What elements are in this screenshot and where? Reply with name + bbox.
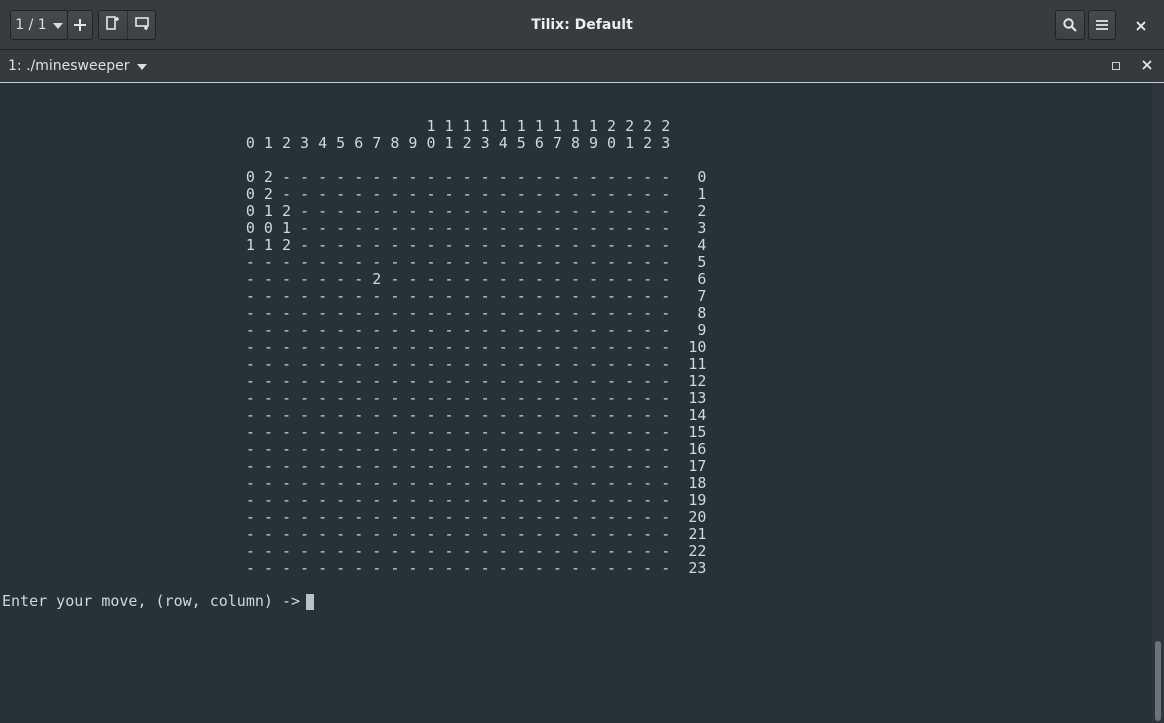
headerbar: 1 / 1 Tilix: Default (0, 0, 1164, 50)
board-line: 0 1 2 3 4 5 6 7 8 9 0 1 2 3 4 5 6 7 8 9 … (2, 134, 671, 152)
text-cursor (306, 593, 315, 610)
board-line: 1 1 2 - - - - - - - - - - - - - - - - - … (2, 236, 707, 254)
board-line: 0 2 - - - - - - - - - - - - - - - - - - … (2, 168, 707, 186)
split-right-icon (106, 16, 120, 34)
board-line: - - - - - - - - - - - - - - - - - - - - … (2, 559, 707, 577)
minesweeper-board: 1 1 1 1 1 1 1 1 1 1 2 2 2 2 0 1 2 3 4 5 … (2, 117, 707, 577)
plus-icon (68, 11, 92, 39)
board-line: - - - - - - - - - - - - - - - - - - - - … (2, 372, 707, 390)
board-line: - - - - - - - - - - - - - - - - - - - - … (2, 406, 707, 424)
board-line: - - - - - - - - - - - - - - - - - - - - … (2, 355, 707, 373)
terminal-scrollbar[interactable] (1152, 83, 1164, 723)
maximize-icon (1112, 59, 1120, 73)
add-session-button[interactable] (67, 10, 93, 40)
board-line: - - - - - - - 2 - - - - - - - - - - - - … (2, 270, 707, 288)
close-icon (1136, 16, 1146, 35)
board-line: - - - - - - - - - - - - - - - - - - - - … (2, 253, 707, 271)
split-right-button[interactable] (99, 11, 127, 39)
split-down-button[interactable] (127, 11, 155, 39)
move-prompt: Enter your move, (row, column) -> (2, 592, 301, 610)
session-switcher-button[interactable]: 1 / 1 (11, 11, 67, 39)
terminal-area[interactable]: 1 1 1 1 1 1 1 1 1 1 2 2 2 2 0 1 2 3 4 5 … (0, 83, 1152, 723)
menu-button[interactable] (1088, 10, 1116, 40)
board-line: - - - - - - - - - - - - - - - - - - - - … (2, 423, 707, 441)
search-button[interactable] (1055, 10, 1085, 40)
close-terminal-button[interactable] (1134, 54, 1160, 78)
window-close-button[interactable] (1126, 10, 1156, 40)
terminal-title: 1: ./minesweeper (8, 58, 130, 74)
board-line: 0 0 1 - - - - - - - - - - - - - - - - - … (2, 219, 707, 237)
scrollbar-thumb[interactable] (1155, 641, 1161, 721)
board-line: 1 1 1 1 1 1 1 1 1 1 2 2 2 2 (2, 117, 671, 135)
board-line: - - - - - - - - - - - - - - - - - - - - … (2, 525, 707, 543)
board-line: - - - - - - - - - - - - - - - - - - - - … (2, 474, 707, 492)
chevron-down-icon (52, 17, 63, 33)
terminal-title-menu[interactable]: 1: ./minesweeper (8, 50, 148, 83)
board-line: - - - - - - - - - - - - - - - - - - - - … (2, 491, 707, 509)
board-line: - - - - - - - - - - - - - - - - - - - - … (2, 338, 707, 356)
board-line: - - - - - - - - - - - - - - - - - - - - … (2, 508, 707, 526)
split-group (98, 10, 156, 40)
search-icon (1056, 11, 1084, 39)
board-line: - - - - - - - - - - - - - - - - - - - - … (2, 457, 707, 475)
board-line: - - - - - - - - - - - - - - - - - - - - … (2, 287, 707, 305)
board-line: - - - - - - - - - - - - - - - - - - - - … (2, 542, 707, 560)
board-line: 0 2 - - - - - - - - - - - - - - - - - - … (2, 185, 707, 203)
session-switcher-label: 1 / 1 (15, 17, 47, 33)
board-line: - - - - - - - - - - - - - - - - - - - - … (2, 440, 707, 458)
board-line: - - - - - - - - - - - - - - - - - - - - … (2, 321, 707, 339)
close-icon (1142, 59, 1152, 73)
chevron-down-icon (137, 50, 148, 83)
board-line: - - - - - - - - - - - - - - - - - - - - … (2, 304, 707, 322)
command-prompt-line[interactable]: Enter your move, (row, column) -> (2, 592, 315, 610)
split-down-icon (134, 16, 149, 34)
hamburger-menu-icon (1089, 11, 1115, 39)
board-line: - - - - - - - - - - - - - - - - - - - - … (2, 389, 707, 407)
session-switcher[interactable]: 1 / 1 (10, 10, 68, 40)
window-title: Tilix: Default (531, 17, 633, 33)
maximize-terminal-button[interactable] (1103, 54, 1129, 78)
terminal-titlebar: 1: ./minesweeper (0, 50, 1164, 83)
tilix-window: 1 / 1 Tilix: Default 1: ./minesweeper 1 … (0, 0, 1164, 723)
board-line: 0 1 2 - - - - - - - - - - - - - - - - - … (2, 202, 707, 220)
